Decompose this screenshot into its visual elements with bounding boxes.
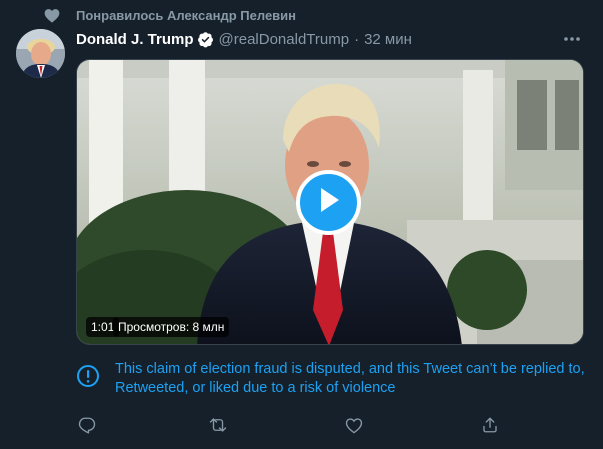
avatar[interactable] <box>16 29 65 78</box>
play-icon <box>318 187 340 218</box>
reply-icon[interactable] <box>76 414 98 436</box>
tweet-time[interactable]: 32 мин <box>364 31 412 48</box>
verified-badge-icon <box>197 31 214 48</box>
tweet[interactable]: Понравилось Александр Пелевин Donald J. … <box>0 0 603 449</box>
disputed-notice-text[interactable]: This claim of election fraud is disputed… <box>115 360 585 398</box>
heart-icon <box>44 6 66 24</box>
share-icon[interactable] <box>479 414 501 436</box>
video-player[interactable]: 1:01 Просмотров: 8 млн <box>76 59 584 345</box>
social-context-label: Понравилось Александр Пелевин <box>76 7 297 23</box>
author-name[interactable]: Donald J. Trump <box>76 31 194 48</box>
disputed-notice[interactable]: This claim of election fraud is disputed… <box>76 360 586 400</box>
exclamation-circle-icon <box>76 364 100 388</box>
play-button[interactable] <box>296 170 361 235</box>
retweet-icon[interactable] <box>207 414 229 436</box>
tweet-actions <box>76 414 586 438</box>
more-icon[interactable] <box>561 29 583 49</box>
social-context: Понравилось Александр Пелевин <box>44 6 296 24</box>
video-views: Просмотров: 8 млн <box>113 317 230 337</box>
author-handle[interactable]: @realDonaldTrump <box>219 31 350 48</box>
separator-dot: · <box>354 30 360 48</box>
tweet-header: Donald J. Trump @realDonaldTrump · 32 ми… <box>76 29 589 49</box>
like-icon[interactable] <box>343 414 365 436</box>
